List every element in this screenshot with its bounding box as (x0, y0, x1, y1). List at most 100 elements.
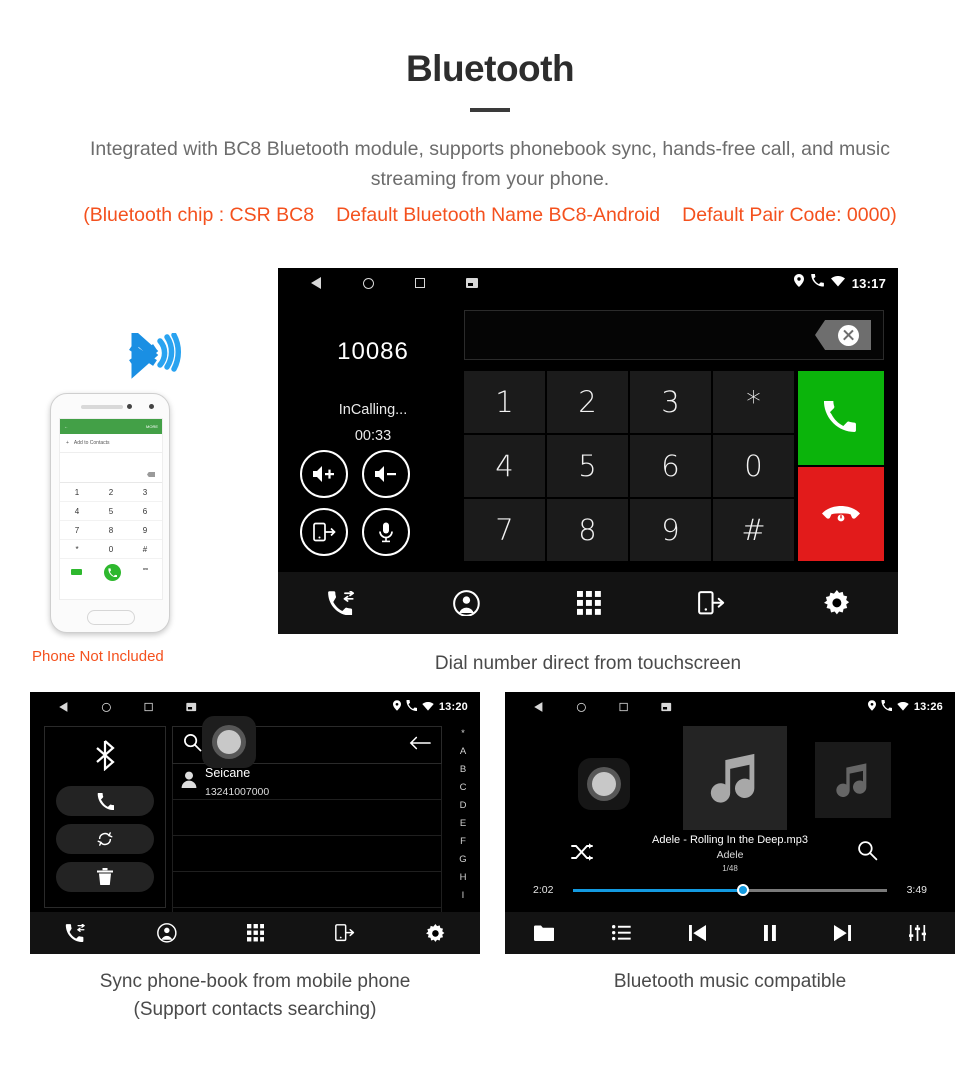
dialpad-key-2[interactable]: 2 (547, 371, 628, 433)
call-status-text: InCalling... (338, 402, 408, 418)
dialpad-key-0[interactable]: 0 (713, 435, 794, 497)
mute-mic-icon[interactable] (362, 508, 410, 556)
phonebook-call-button[interactable] (56, 786, 154, 816)
progress-track[interactable] (573, 884, 887, 896)
index-letter[interactable]: * (461, 726, 465, 742)
dialpad-icon[interactable] (247, 924, 265, 942)
dialpad-key-5[interactable]: 5 (547, 435, 628, 497)
dialed-number: 10086 (337, 338, 409, 365)
folder-icon[interactable] (534, 925, 555, 941)
volume-up-icon[interactable] (300, 450, 348, 498)
recent-apps-icon[interactable] (127, 702, 170, 712)
index-letter[interactable]: B (460, 762, 466, 778)
phone-key-hash: # (128, 540, 162, 559)
recent-apps-icon[interactable] (602, 702, 645, 712)
album-art-next[interactable] (815, 742, 891, 818)
phone-body: ← MORE + Add to Contacts 1 2 3 4 5 6 7 8 9 * 0 # (50, 393, 170, 633)
screenshot-icon[interactable] (170, 702, 213, 712)
index-letter[interactable]: I (462, 888, 465, 904)
home-icon[interactable] (85, 702, 128, 712)
dialpad-key-1[interactable]: 1 (464, 371, 545, 433)
dialpad-key-star[interactable]: * (713, 371, 794, 433)
answer-call-button[interactable] (798, 371, 884, 465)
back-arrow-icon[interactable] (409, 736, 431, 755)
dialpad-icon[interactable] (577, 591, 601, 615)
location-icon (793, 274, 804, 292)
index-letter[interactable]: E (460, 816, 466, 832)
dialpad-key-9[interactable]: 9 (630, 499, 711, 561)
location-icon (867, 698, 876, 716)
dialpad-key-7[interactable]: 7 (464, 499, 545, 561)
phone-key-5: 5 (94, 502, 128, 521)
dialpad-key-8[interactable]: 8 (547, 499, 628, 561)
next-icon[interactable] (833, 924, 851, 942)
phone-transfer-icon[interactable] (334, 924, 356, 942)
end-call-button[interactable] (798, 467, 884, 561)
settings-icon[interactable] (823, 590, 850, 616)
search-icon[interactable] (183, 733, 202, 757)
progress-thumb[interactable] (736, 884, 749, 896)
index-letter[interactable]: F (460, 834, 466, 850)
transfer-to-phone-icon[interactable] (300, 508, 348, 556)
contacts-icon[interactable] (157, 923, 177, 943)
contact-row[interactable]: Seicane 13241007000 (172, 764, 442, 800)
index-letter[interactable]: H (460, 870, 467, 886)
phone-transfer-icon[interactable] (698, 590, 726, 616)
back-icon[interactable] (42, 702, 85, 712)
phonebook-body: Seicane 13241007000 * A B C D E F G H I (30, 716, 480, 944)
music-search-icon[interactable] (857, 840, 878, 866)
phone-key-0: 0 (94, 540, 128, 559)
index-letter[interactable]: D (460, 798, 467, 814)
index-letter[interactable]: A (460, 744, 466, 760)
screenshot-icon[interactable] (446, 278, 498, 288)
index-letter[interactable]: C (460, 780, 467, 796)
settings-icon[interactable] (425, 923, 445, 943)
phone-icon (811, 273, 824, 292)
previous-icon[interactable] (689, 924, 707, 942)
home-icon[interactable] (560, 702, 603, 712)
bluetooth-icon (92, 739, 118, 776)
back-icon[interactable] (290, 277, 342, 289)
call-log-icon[interactable] (65, 923, 86, 943)
spec-name: Default Bluetooth Name BC8-Android (336, 204, 661, 226)
phone-more-label: MORE (146, 424, 158, 429)
phonebook-sync-button[interactable] (56, 824, 154, 854)
phone-key-3: 3 (128, 483, 162, 502)
dialpad-key-6[interactable]: 6 (630, 435, 711, 497)
phone-key-2: 2 (94, 483, 128, 502)
pause-icon[interactable] (764, 924, 776, 942)
screenshot-icon[interactable] (645, 702, 688, 712)
shuffle-icon[interactable] (571, 842, 593, 867)
call-duration: 00:33 (354, 428, 392, 444)
dialpad-key-3[interactable]: 3 (630, 371, 711, 433)
status-icons: 13:17 (793, 268, 886, 298)
phone-key-7: 7 (60, 521, 94, 540)
index-letter[interactable]: G (459, 852, 466, 868)
dialpad-key-4[interactable]: 4 (464, 435, 545, 497)
number-input-field[interactable] (464, 310, 884, 360)
playlist-icon[interactable] (612, 925, 632, 941)
backspace-icon[interactable] (815, 320, 871, 350)
music-caption: Bluetooth music compatible (613, 971, 847, 992)
music-bottom-toolbar (505, 912, 955, 954)
elapsed-time: 2:02 (533, 884, 554, 896)
album-art-current[interactable] (683, 726, 787, 830)
alphabet-index[interactable]: * A B C D E F G H I (452, 726, 474, 908)
phonebook-delete-button[interactable] (56, 862, 154, 892)
phone-key-8: 8 (94, 521, 128, 540)
phone-speaker (81, 405, 123, 409)
back-icon[interactable] (517, 702, 560, 712)
total-time: 3:49 (906, 884, 927, 896)
phone-videocall-icon (71, 569, 82, 575)
dialpad-key-hash[interactable]: # (713, 499, 794, 561)
call-log-icon[interactable] (327, 590, 356, 616)
phonebook-caption-line2: (Support contacts searching) (133, 999, 377, 1020)
recent-apps-icon[interactable] (394, 278, 446, 288)
contacts-icon[interactable] (453, 589, 480, 617)
volume-down-icon[interactable] (362, 450, 410, 498)
status-icons: 13:20 (392, 692, 468, 722)
equalizer-icon[interactable] (908, 924, 926, 942)
playback-progress[interactable]: 2:02 3:49 (505, 880, 955, 900)
home-icon[interactable] (342, 277, 394, 289)
phone-key-1: 1 (60, 483, 94, 502)
